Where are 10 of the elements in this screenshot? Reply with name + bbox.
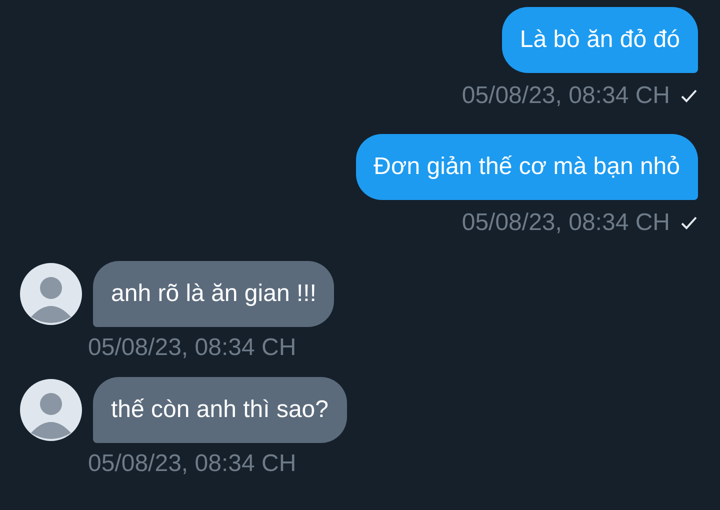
message-bubble: Đơn giản thế cơ mà bạn nhỏ	[356, 134, 698, 200]
message-time: 05/08/23, 08:34 CH	[462, 81, 670, 111]
message-time: 05/08/23, 08:34 CH	[462, 208, 670, 238]
message-bubble: Là bò ăn đỏ đó	[502, 7, 698, 73]
message-time: 05/08/23, 08:34 CH	[88, 449, 296, 479]
avatar-icon[interactable]	[20, 263, 82, 325]
message-time: 05/08/23, 08:34 CH	[88, 333, 296, 363]
avatar-icon[interactable]	[20, 379, 82, 441]
message-bubble: anh rõ là ăn gian !!!	[93, 261, 334, 327]
message-bubble: thế còn anh thì sao?	[93, 377, 346, 443]
